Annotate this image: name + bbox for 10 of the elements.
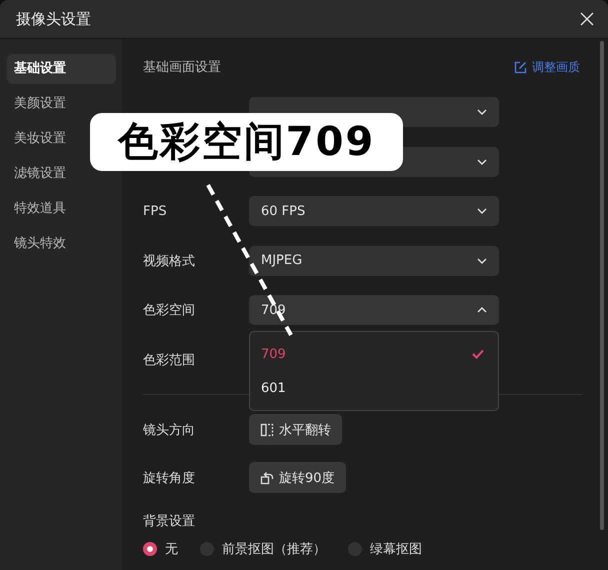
field-label: 背景设置 bbox=[143, 512, 196, 530]
callout-tooltip: 色彩空间709 bbox=[90, 113, 403, 171]
field-label: 色彩空间 bbox=[143, 302, 196, 319]
window-title: 摄像头设置 bbox=[16, 10, 91, 28]
field-label: 视频格式 bbox=[143, 252, 196, 270]
field-label: FPS bbox=[143, 204, 168, 218]
section-title: 基础画面设置 bbox=[143, 59, 221, 76]
field-label: 旋转角度 bbox=[143, 470, 196, 486]
field-label: 镜头方向 bbox=[143, 422, 196, 438]
field-label: 色彩范围 bbox=[143, 352, 196, 368]
